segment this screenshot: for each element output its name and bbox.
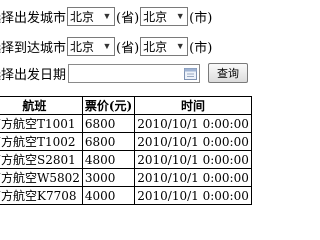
cell-flight: 南方航空K7708 — [0, 186, 83, 205]
table-row: 南方航空T1001 6800 2010/10/1 0:00:00 — [0, 114, 252, 133]
arrival-province-value: 北京 — [70, 39, 95, 54]
table-row: 南方航空K7708 4000 2010/10/1 0:00:00 — [0, 186, 252, 205]
header-time: 时间 — [134, 96, 252, 115]
arrival-city-unit: (市) — [189, 40, 213, 56]
cell-time: 2010/10/1 0:00:00 — [134, 150, 252, 169]
departure-province-unit: (省) — [116, 10, 140, 26]
cell-flight: 南方航空T1001 — [0, 114, 83, 133]
date-input[interactable] — [68, 63, 201, 83]
cell-time: 2010/10/1 0:00:00 — [134, 132, 252, 151]
chevron-down-icon: ▼ — [102, 11, 112, 21]
arrival-label: 选择到达城市 — [0, 40, 67, 56]
arrival-province-unit: (省) — [116, 40, 140, 56]
cell-flight: 南方航空S2801 — [0, 150, 83, 169]
arrival-province-select[interactable]: 北京 ▼ — [67, 36, 116, 56]
cell-flight: 南方航空T1002 — [0, 132, 83, 151]
table-header-row: 航班 票价(元) 时间 — [0, 96, 252, 115]
table-row: 南方航空W5802 3000 2010/10/1 0:00:00 — [0, 168, 252, 187]
departure-label: 选择出发城市 — [0, 10, 67, 26]
table-row: 南方航空S2801 4800 2010/10/1 0:00:00 — [0, 150, 252, 169]
header-flight: 航班 — [0, 96, 83, 115]
departure-city-unit: (市) — [189, 10, 213, 26]
cell-price: 4800 — [81, 150, 136, 169]
arrival-city-value: 北京 — [143, 39, 168, 54]
chevron-down-icon: ▼ — [175, 41, 185, 51]
cell-price: 6800 — [81, 132, 136, 151]
query-button[interactable]: 查询 — [208, 63, 249, 83]
date-row: 选择出发日期 查询 — [0, 63, 249, 83]
flights-table: 航班 票价(元) 时间 南方航空T1001 6800 2010/10/1 0:0… — [0, 96, 252, 205]
cell-price: 3000 — [81, 168, 136, 187]
arrival-row: 选择到达城市 北京 ▼ (省) 北京 ▼ (市) — [0, 36, 213, 56]
cell-price: 4000 — [81, 186, 136, 205]
date-label: 选择出发日期 — [0, 67, 67, 83]
table-row: 南方航空T1002 6800 2010/10/1 0:00:00 — [0, 132, 252, 151]
departure-city-value: 北京 — [143, 9, 168, 24]
cell-price: 6800 — [81, 114, 136, 133]
departure-city-select[interactable]: 北京 ▼ — [140, 6, 189, 26]
header-price: 票价(元) — [81, 96, 136, 115]
chevron-down-icon: ▼ — [102, 41, 112, 51]
departure-province-value: 北京 — [70, 9, 95, 24]
cell-time: 2010/10/1 0:00:00 — [134, 114, 252, 133]
departure-row: 选择出发城市 北京 ▼ (省) 北京 ▼ (市) — [0, 6, 213, 26]
calendar-icon[interactable] — [184, 67, 198, 80]
cell-time: 2010/10/1 0:00:00 — [134, 168, 252, 187]
chevron-down-icon: ▼ — [175, 11, 185, 21]
arrival-city-select[interactable]: 北京 ▼ — [140, 36, 189, 56]
cell-time: 2010/10/1 0:00:00 — [134, 186, 252, 205]
cell-flight: 南方航空W5802 — [0, 168, 83, 187]
departure-province-select[interactable]: 北京 ▼ — [67, 6, 116, 26]
